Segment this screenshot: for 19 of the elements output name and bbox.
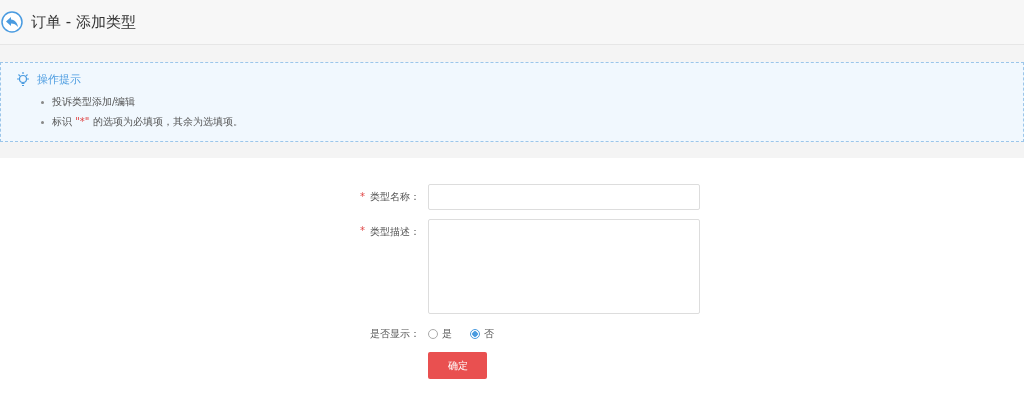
- lightbulb-icon: [15, 71, 31, 88]
- radio-button[interactable]: [470, 329, 480, 339]
- tip-text: 标识 "*" 的选项为必填项，其余为选填项。: [52, 115, 243, 129]
- textarea-field[interactable]: [428, 219, 700, 314]
- bullet-icon: [41, 100, 44, 104]
- bullet-icon: [41, 120, 44, 124]
- radio-option[interactable]: 是: [428, 326, 452, 342]
- page-title: 订单 - 添加类型: [31, 12, 136, 32]
- field-label: 是否显示：: [370, 327, 420, 341]
- submit-button[interactable]: 确定: [428, 352, 487, 379]
- tips-title: 操作提示: [37, 72, 81, 87]
- back-icon[interactable]: [1, 11, 23, 33]
- field-label: 类型描述：: [370, 225, 420, 239]
- required-mark: *: [360, 225, 365, 238]
- field-label: 类型名称：: [370, 190, 420, 204]
- input-field[interactable]: [428, 184, 700, 210]
- radio-option[interactable]: 否: [470, 326, 494, 342]
- tip-text: 投诉类型添加/编辑: [52, 95, 136, 109]
- required-mark: *: [360, 190, 365, 204]
